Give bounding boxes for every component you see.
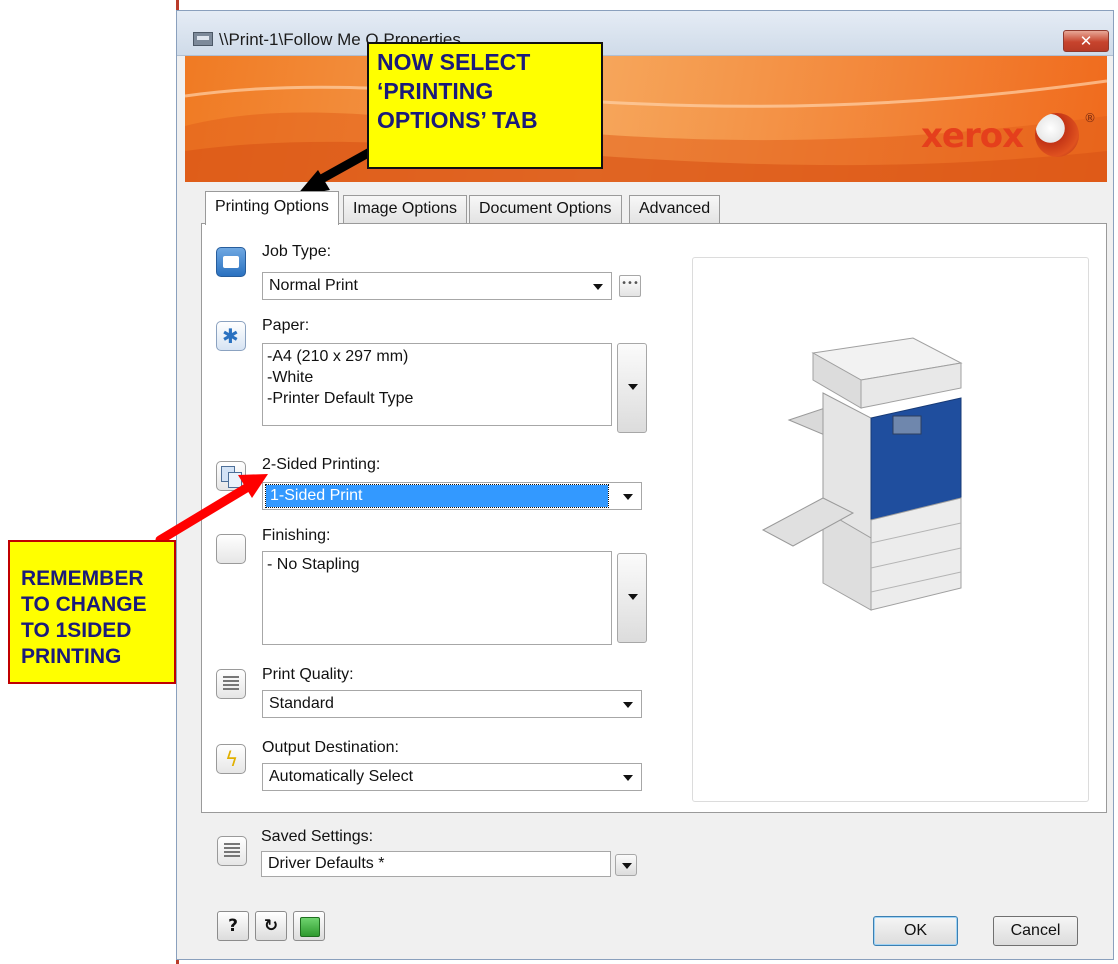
- tab-advanced[interactable]: Advanced: [629, 195, 721, 223]
- xerox-logo-text: xerox: [921, 116, 1024, 156]
- printer-preview-pane: [692, 257, 1089, 802]
- job-type-icon: [216, 247, 246, 277]
- printing-options-panel: Job Type: Normal Print ••• ✱ Paper: -A4 …: [201, 223, 1107, 813]
- saved-settings-select[interactable]: Driver Defaults *: [261, 851, 611, 877]
- tab-document-options[interactable]: Document Options: [469, 195, 622, 223]
- help-button[interactable]: ?: [217, 911, 249, 941]
- print-quality-value: Standard: [269, 695, 334, 712]
- status-button[interactable]: [293, 911, 325, 941]
- chevron-down-icon: [622, 863, 632, 869]
- chevron-down-icon: [623, 702, 633, 708]
- one-sided-reminder-callout: REMEMBER TO CHANGE TO 1SIDED PRINTING: [8, 540, 176, 684]
- two-sided-printing-select[interactable]: 1-Sided Print: [262, 482, 642, 510]
- printer-properties-dialog: \\Print-1\Follow Me Q Properties ✕ xerox…: [176, 10, 1114, 960]
- print-quality-label: Print Quality:: [262, 666, 354, 683]
- title-bar[interactable]: \\Print-1\Follow Me Q Properties ✕: [177, 11, 1113, 56]
- two-sided-printing-icon: [216, 461, 246, 491]
- xerox-banner: xerox ®: [185, 56, 1107, 182]
- paper-size-line: -A4 (210 x 297 mm): [267, 348, 409, 365]
- print-quality-select[interactable]: Standard: [262, 690, 642, 718]
- saved-settings-dropdown-button[interactable]: [615, 854, 637, 876]
- finishing-icon: [216, 534, 246, 564]
- cancel-button[interactable]: Cancel: [993, 916, 1078, 946]
- chevron-down-icon: [628, 594, 638, 600]
- job-type-select[interactable]: Normal Print: [262, 272, 612, 300]
- output-destination-select[interactable]: Automatically Select: [262, 763, 642, 791]
- paper-icon: ✱: [216, 321, 246, 351]
- paper-type-line: -Printer Default Type: [267, 390, 414, 407]
- saved-settings-value: Driver Defaults *: [268, 855, 385, 872]
- screenshot-stage: \\Print-1\Follow Me Q Properties ✕ xerox…: [0, 0, 1118, 964]
- output-destination-value: Automatically Select: [269, 768, 414, 785]
- close-button[interactable]: ✕: [1063, 30, 1109, 52]
- finishing-summary-box[interactable]: - No Stapling: [262, 551, 612, 645]
- paper-color-line: -White: [267, 369, 314, 386]
- print-quality-icon: [216, 669, 246, 699]
- output-destination-label: Output Destination:: [262, 739, 399, 756]
- chevron-down-icon: [623, 494, 633, 500]
- saved-settings-label: Saved Settings:: [261, 828, 374, 845]
- paper-label: Paper:: [262, 317, 310, 334]
- reset-button[interactable]: ↻: [255, 911, 287, 941]
- saved-settings-icon: [217, 836, 247, 866]
- registered-mark: ®: [1084, 111, 1096, 125]
- chevron-down-icon: [628, 384, 638, 390]
- select-tab-callout: NOW SELECT ‘PRINTING OPTIONS’ TAB: [367, 42, 603, 169]
- chevron-down-icon: [623, 775, 633, 781]
- tab-image-options[interactable]: Image Options: [343, 195, 468, 223]
- two-sided-printing-label: 2-Sided Printing:: [262, 456, 381, 473]
- paper-summary-box[interactable]: -A4 (210 x 297 mm) -White -Printer Defau…: [262, 343, 612, 426]
- tab-printing-options[interactable]: Printing Options: [205, 191, 339, 225]
- printer-icon: [193, 32, 213, 46]
- stapling-line: - No Stapling: [267, 556, 360, 573]
- two-sided-printing-value: 1-Sided Print: [265, 484, 609, 508]
- ok-button[interactable]: OK: [873, 916, 958, 946]
- chevron-down-icon: [593, 284, 603, 290]
- finishing-label: Finishing:: [262, 527, 331, 544]
- paper-dropdown-button[interactable]: [617, 343, 647, 433]
- job-type-label: Job Type:: [262, 243, 332, 260]
- output-destination-icon: ϟ: [216, 744, 246, 774]
- xerox-logo-icon: [1035, 113, 1079, 157]
- job-type-value: Normal Print: [269, 277, 358, 294]
- finishing-dropdown-button[interactable]: [617, 553, 647, 643]
- job-type-more-button[interactable]: •••: [619, 275, 641, 297]
- printer-illustration: [761, 337, 963, 611]
